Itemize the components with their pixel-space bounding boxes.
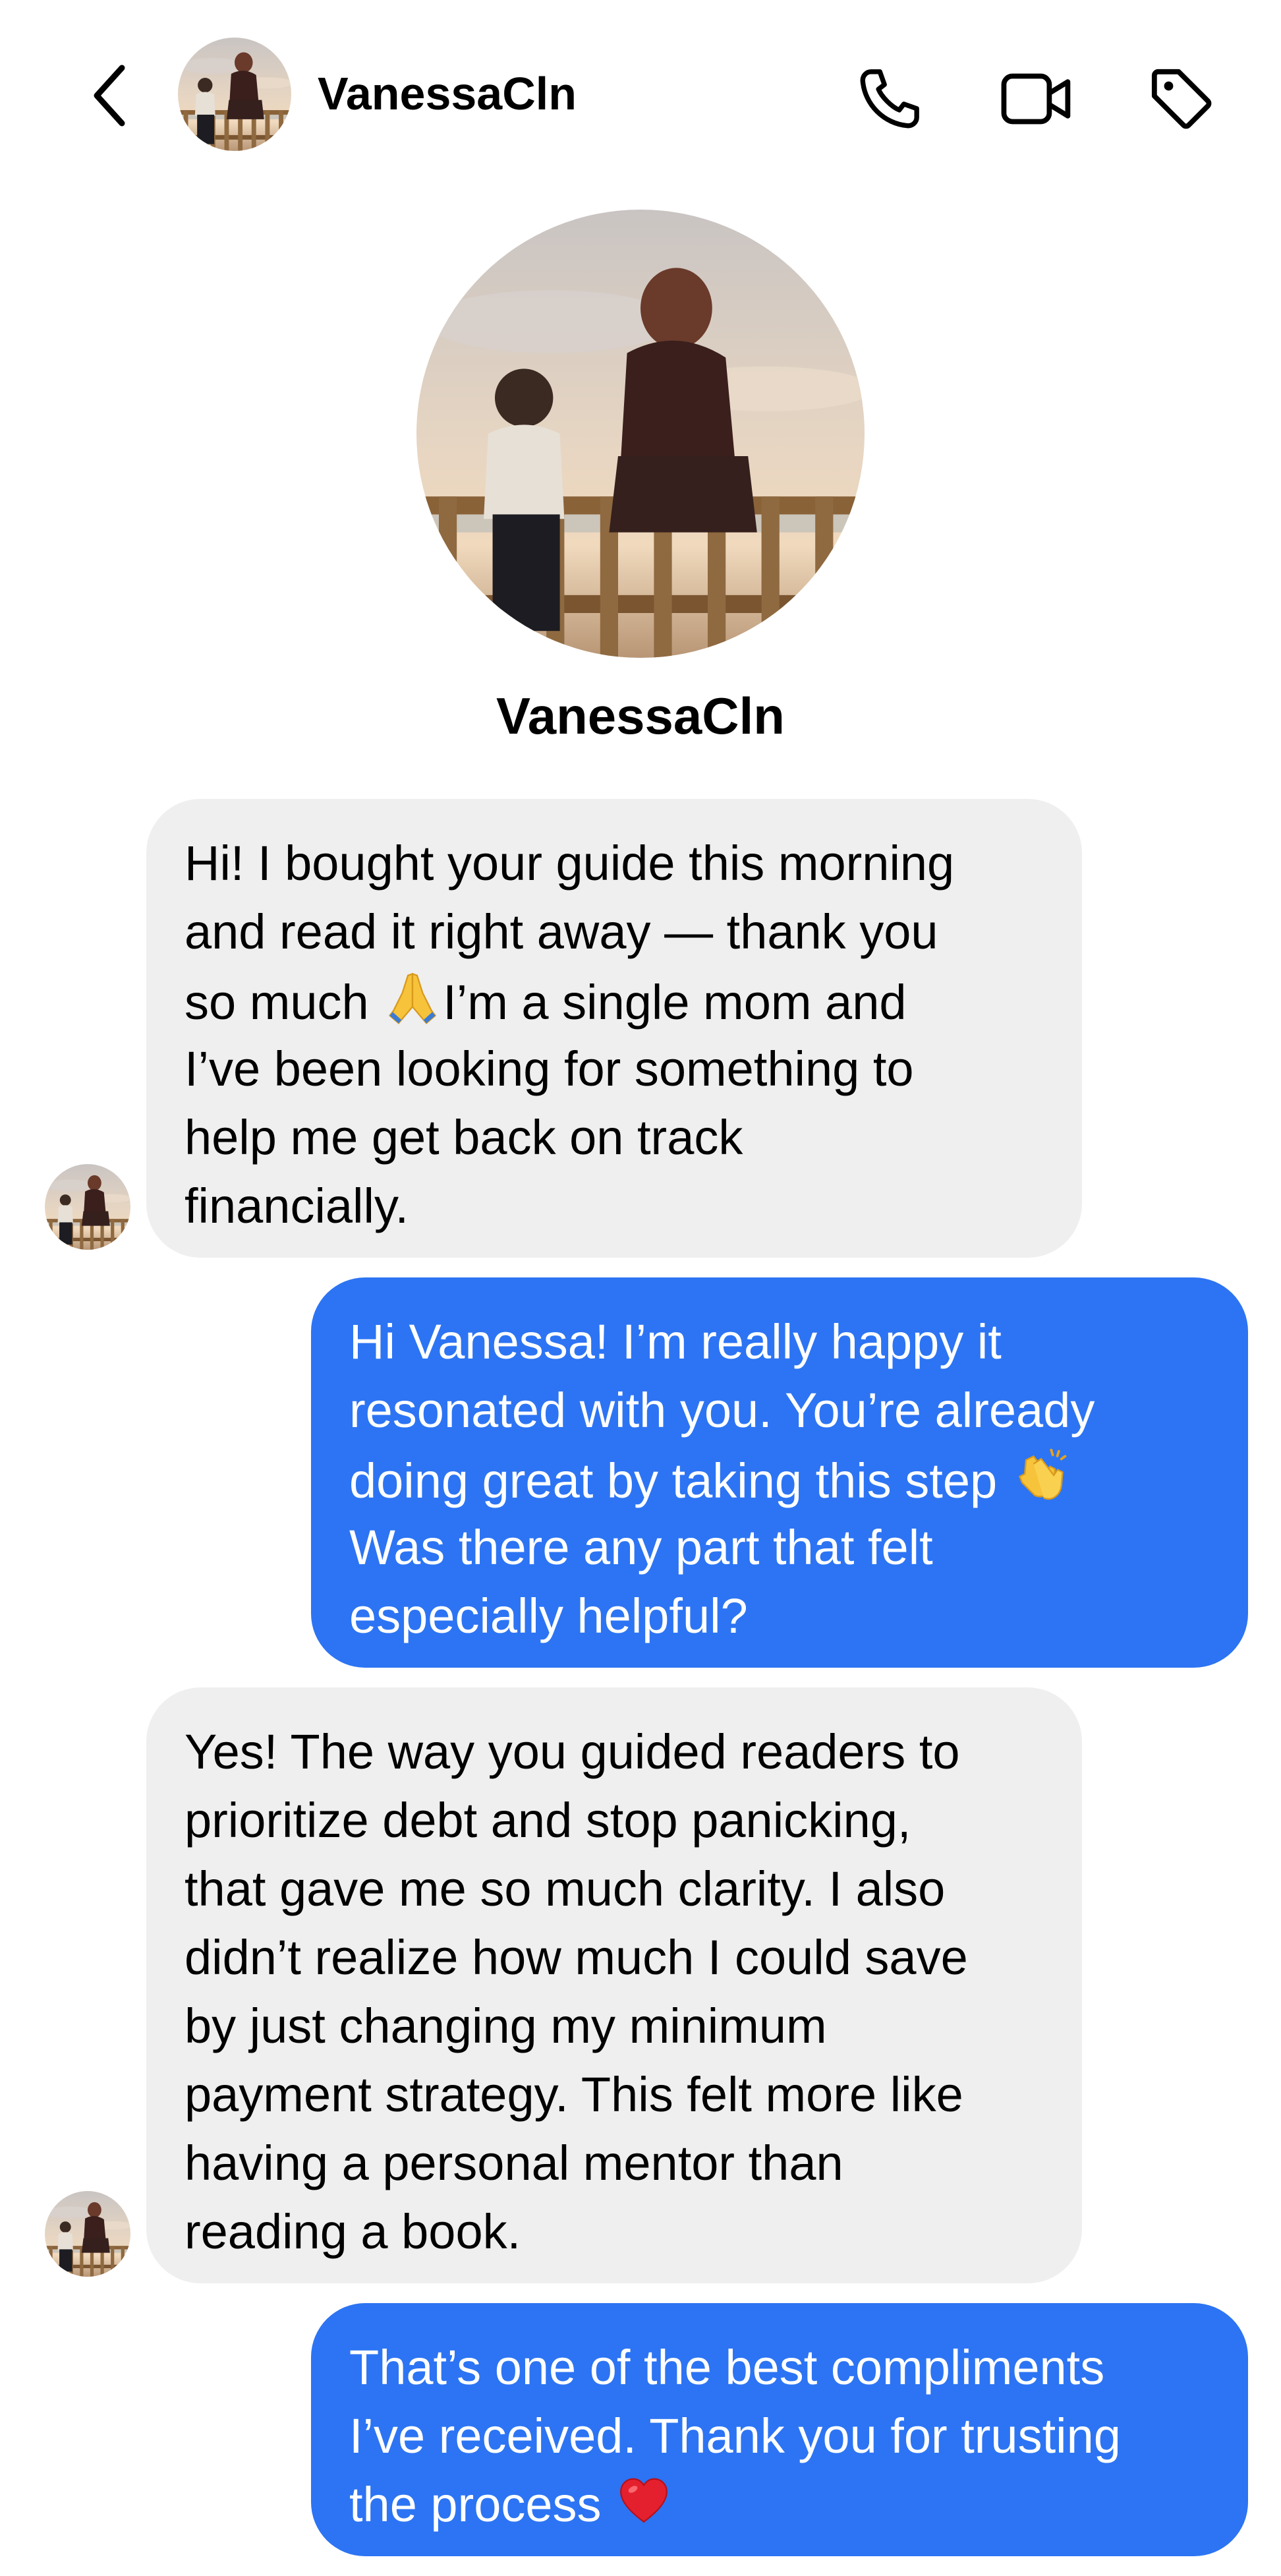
contact-name[interactable]: VanessaCln [318,66,577,121]
message-line: payment strategy. This felt more like [185,2067,963,2122]
message-line: by just changing my minimum [185,1999,827,2053]
message-line: Hi Vanessa! I’m really happy it [349,1314,1002,1369]
video-camera-icon [1001,73,1071,125]
message-line: financially. [185,1179,409,1233]
message-line: Was there any part that felt [349,1520,933,1575]
message-bubble-outgoing[interactable]: That’s one of the best compliments I’ve … [311,2303,1248,2556]
message-line-with-emoji: doing great by taking this step [349,1445,1210,1513]
profile-name: VanessaCln [496,687,785,745]
phone-icon [860,69,919,129]
chevron-left-icon [94,65,125,127]
message-text: doing great by taking this step [349,1453,1011,1508]
red-heart-emoji [615,2471,673,2529]
tag-button[interactable] [1143,61,1220,137]
message-line: Yes! The way you guided readers to [185,1724,960,1779]
contact-avatar[interactable] [178,38,291,151]
message-line-with-emoji: so much I’m a single mom and [185,966,1044,1035]
message-line: didn’t realize how much I could save [185,1930,968,1985]
message-line: reading a book. [185,2204,521,2259]
message-line: help me get back on track [185,1110,743,1165]
sender-avatar[interactable] [45,1164,130,1250]
message-line: and read it right away — thank you [185,904,938,959]
tag-icon [1151,69,1212,129]
folded-hands-emoji [382,966,443,1027]
back-button[interactable] [72,56,145,135]
message-line-with-emoji: the process [349,2471,1210,2539]
sender-avatar[interactable] [45,2191,130,2277]
message-text: the process [349,2477,615,2532]
message-line: resonated with you. You’re already [349,1383,1095,1438]
video-call-button[interactable] [998,61,1075,137]
clapping-hands-emoji [1011,1445,1071,1506]
message-bubble-outgoing[interactable]: Hi Vanessa! I’m really happy it resonate… [311,1277,1248,1668]
message-text: I’m a single mom and [443,975,907,1030]
profile-photo[interactable] [416,210,865,658]
message-bubble-incoming[interactable]: Yes! The way you guided readers to prior… [146,1687,1082,2283]
message-line: having a personal mentor than [185,2136,843,2190]
message-line: Hi! I bought your guide this morning [185,836,955,891]
message-line: I’ve received. Thank you for trusting [349,2409,1121,2463]
message-text: so much [185,975,383,1030]
message-bubble-incoming[interactable]: Hi! I bought your guide this morning and… [146,799,1082,1258]
chat-header: VanessaCln [0,0,1281,191]
phone-call-button[interactable] [851,61,928,137]
message-line: That’s one of the best compliments [349,2340,1105,2395]
message-line: prioritize debt and stop panicking, [185,1793,911,1848]
message-line: especially helpful? [349,1589,748,1643]
message-line: that gave me so much clarity. I also [185,1861,946,1916]
message-line: I’ve been looking for something to [185,1041,914,1096]
